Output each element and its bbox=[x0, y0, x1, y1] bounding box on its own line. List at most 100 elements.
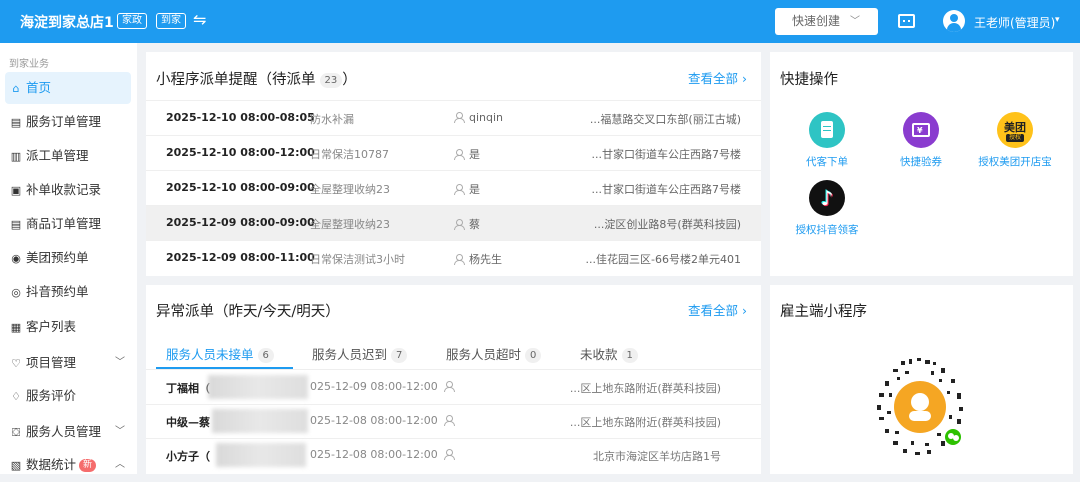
row-service: 防水补漏 bbox=[310, 113, 354, 126]
sidebar-item-home[interactable]: ⌂ 首页 bbox=[5, 72, 131, 104]
tab-not-accepted[interactable]: 服务人员未接单 6 bbox=[166, 344, 274, 363]
row-address: 北京市海淀区羊坊店路1号 bbox=[593, 450, 721, 463]
sidebar-item-meituan[interactable]: ◉ 美团预约单 bbox=[5, 242, 131, 274]
switch-store-icon[interactable]: ⇋ bbox=[193, 10, 206, 29]
redacted-area bbox=[212, 409, 308, 433]
chevron-down-icon: ﹀ bbox=[115, 426, 125, 437]
person-icon bbox=[444, 448, 459, 461]
row-staff-name: 丁福相（ bbox=[166, 382, 210, 395]
sidebar-item-label: 派工单管理 bbox=[26, 148, 89, 163]
sidebar-section-title: 到家业务 bbox=[9, 59, 49, 70]
table-row[interactable]: 小方子（ 025-12-08 08:00-12:00 北京市海淀区羊坊店路1号 bbox=[146, 439, 761, 473]
quick-create-dropdown[interactable]: 快速创建 ﹀ bbox=[775, 8, 878, 35]
sidebar-item-stats[interactable]: ▧ 数据统计新 ︿ bbox=[5, 449, 131, 481]
sidebar-item-customers[interactable]: ▦ 客户列表 bbox=[5, 311, 131, 343]
row-address: ...区上地东路附近(群英科技园) bbox=[569, 382, 721, 395]
quick-op-authorize-douyin[interactable]: ♪ 授权抖音领客 bbox=[782, 180, 872, 237]
panel-title-text: 小程序派单提醒（待派单 bbox=[156, 72, 316, 88]
user-name[interactable]: 王老师(管理员) bbox=[974, 14, 1055, 31]
tab-label: 服务人员迟到 bbox=[312, 347, 388, 362]
row-user: 蔡 bbox=[454, 216, 480, 232]
row-address: ...甘家口街道车公庄西路7号楼 bbox=[591, 148, 742, 161]
view-all-link[interactable]: 查看全部 › bbox=[688, 300, 747, 319]
row-time: 2025-12-10 08:00-12:00 bbox=[166, 146, 315, 159]
view-all-link[interactable]: 查看全部 › bbox=[688, 68, 747, 87]
quick-op-verify-coupon[interactable]: ¥ 快捷验券 bbox=[876, 112, 966, 169]
message-icon[interactable] bbox=[898, 14, 915, 28]
row-time: 2025-12-10 08:00-08:05 bbox=[166, 111, 315, 124]
tab-overtime[interactable]: 服务人员超时 0 bbox=[446, 344, 542, 363]
sidebar-item-reviews[interactable]: ♢ 服务评价 bbox=[5, 380, 131, 412]
home-icon: ⌂ bbox=[12, 82, 20, 95]
tab-count-badge: 7 bbox=[391, 348, 408, 363]
view-all-label: 查看全部 bbox=[688, 303, 739, 318]
abnormal-tabs: 服务人员未接单 6 服务人员迟到 7 服务人员超时 0 未收款 1 bbox=[146, 335, 761, 370]
sidebar-item-payment-records[interactable]: ▣ 补单收款记录 bbox=[5, 174, 131, 206]
tab-unpaid[interactable]: 未收款 1 bbox=[580, 344, 638, 363]
avatar[interactable] bbox=[943, 10, 965, 32]
person-icon bbox=[454, 149, 465, 160]
panel-title: 雇主端小程序 bbox=[780, 304, 867, 320]
chevron-up-icon: ︿ bbox=[115, 459, 125, 470]
table-row[interactable]: 2025-12-09 08:00-09:00 全屋整理收纳23 蔡 ...淀区创… bbox=[146, 205, 761, 240]
redacted-area bbox=[208, 375, 308, 399]
chevron-down-icon[interactable]: ▾ bbox=[1055, 15, 1060, 25]
dispatch-reminder-panel: 小程序派单提醒（待派单 23） 查看全部 › 2025-12-10 08:00-0… bbox=[146, 52, 761, 276]
tab-label: 服务人员未接单 bbox=[166, 347, 254, 362]
store-name[interactable]: 海淀到家总店1 bbox=[20, 12, 114, 32]
store-tag: 到家 bbox=[156, 13, 186, 29]
view-all-label: 查看全部 bbox=[688, 71, 739, 86]
row-user-name: 是 bbox=[469, 183, 480, 196]
document-icon: ▤ bbox=[10, 116, 22, 129]
panel-title: 异常派单（昨天/今天/明天） bbox=[156, 304, 340, 320]
table-row[interactable]: 中级—蔡 025-12-08 08:00-12:00 ...区上地东路附近(群英… bbox=[146, 405, 761, 439]
sidebar-item-service-orders[interactable]: ▤ 服务订单管理 bbox=[5, 106, 131, 138]
sidebar-item-label: 数据统计 bbox=[26, 457, 77, 472]
tab-label: 未收款 bbox=[580, 347, 618, 362]
person-icon bbox=[454, 112, 465, 123]
row-user: qinqin bbox=[454, 111, 503, 124]
table-row[interactable]: 2025-12-10 08:00-08:05 防水补漏 qinqin ...福慧… bbox=[146, 100, 761, 135]
row-time: 025-12-08 08:00-12:00 bbox=[310, 448, 438, 461]
abnormal-dispatch-panel: 异常派单（昨天/今天/明天） 查看全部 › 服务人员未接单 6 服务人员迟到 7 服… bbox=[146, 285, 761, 474]
sidebar-item-projects[interactable]: ♡ 项目管理 ﹀ bbox=[5, 347, 131, 379]
row-time: 2025-12-09 08:00-11:00 bbox=[166, 251, 315, 264]
tab-label: 服务人员超时 bbox=[446, 347, 522, 362]
quick-op-place-order[interactable]: 代客下单 bbox=[782, 112, 872, 169]
top-bar: 海淀到家总店1 家政 到家 ⇋ 快速创建 ﹀ 王老师(管理员) ▾ bbox=[0, 0, 1080, 43]
person-icon bbox=[454, 184, 465, 195]
chevron-right-icon: › bbox=[742, 303, 747, 318]
sidebar-item-dispatch[interactable]: ▥ 派工单管理 bbox=[5, 140, 131, 172]
sidebar-item-product-orders[interactable]: ▤ 商品订单管理 bbox=[5, 208, 131, 240]
person-icon bbox=[444, 380, 459, 393]
chevron-down-icon: ﹀ bbox=[115, 357, 125, 368]
table-row[interactable]: 丁福相（ 025-12-09 08:00-12:00 ...区上地东路附近(群英… bbox=[146, 371, 761, 405]
miniprogram-qr-code[interactable] bbox=[871, 353, 969, 463]
row-user: 是 bbox=[454, 146, 480, 162]
row-user: 杨先生 bbox=[454, 251, 502, 267]
douyin-icon: ◎ bbox=[11, 286, 21, 299]
meituan-logo-icon: 美团 授权 bbox=[997, 112, 1033, 148]
panel-title-suffix: ） bbox=[342, 72, 357, 88]
tab-late[interactable]: 服务人员迟到 7 bbox=[312, 344, 408, 363]
redacted-area bbox=[216, 443, 306, 467]
order-icon: ▤ bbox=[10, 218, 22, 231]
table-row[interactable]: 2025-12-09 08:00-11:00 日常保洁测试3小时 杨先生 ...… bbox=[146, 240, 761, 275]
qr-code-icon bbox=[872, 358, 968, 455]
quick-op-authorize-meituan[interactable]: 美团 授权 授权美团开店宝 bbox=[970, 112, 1060, 169]
tiktok-logo-icon: ♪ bbox=[809, 180, 845, 216]
sidebar-item-douyin[interactable]: ◎ 抖音预约单 bbox=[5, 276, 131, 308]
row-address: ...福慧路交叉口东部(丽江古城) bbox=[589, 113, 741, 126]
sidebar-item-label: 服务人员管理 bbox=[26, 424, 102, 439]
stats-icon: ▧ bbox=[10, 459, 22, 472]
row-time: 025-12-09 08:00-12:00 bbox=[310, 380, 438, 393]
table-row[interactable]: 2025-12-10 08:00-12:00 日常保洁10787 是 ...甘家… bbox=[146, 135, 761, 170]
panel-title: 小程序派单提醒（待派单 23） bbox=[156, 68, 357, 89]
row-address: ...甘家口街道车公庄西路7号楼 bbox=[591, 183, 742, 196]
store-tag: 家政 bbox=[117, 13, 147, 29]
sidebar-item-staff[interactable]: ⛋ 服务人员管理 ﹀ bbox=[5, 416, 131, 448]
table-row[interactable]: 2025-12-10 08:00-09:00 全屋整理收纳23 是 ...甘家口… bbox=[146, 170, 761, 205]
row-time: 2025-12-10 08:00-09:00 bbox=[166, 181, 315, 194]
chevron-down-icon: ﹀ bbox=[850, 16, 860, 27]
row-user-name: 蔡 bbox=[469, 218, 480, 231]
